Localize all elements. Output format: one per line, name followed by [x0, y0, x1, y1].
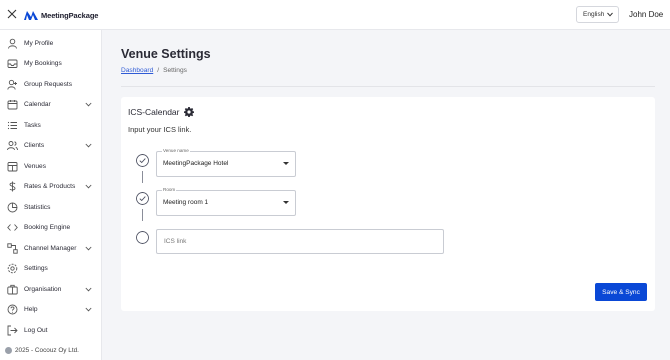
user-plus-icon — [7, 79, 17, 90]
sidebar-item-statistics[interactable]: Statistics — [0, 198, 102, 216]
sidebar-item-label: Booking Engine — [24, 223, 71, 231]
chevron-down-icon — [85, 246, 92, 250]
chevron-down-icon — [607, 12, 613, 17]
brand-name: MeetingPackage — [41, 10, 99, 20]
step-connector — [142, 171, 143, 183]
logout-icon — [7, 325, 18, 335]
copyright-text: 2025 - Cocouz Oy Ltd. — [15, 347, 79, 354]
breadcrumb-current: Settings — [163, 67, 187, 74]
step-connector — [142, 209, 143, 221]
sidebar-item-tasks[interactable]: Tasks — [0, 116, 102, 134]
sidebar-item-clients[interactable]: Clients — [0, 136, 102, 154]
step-pending-icon — [136, 231, 149, 244]
sidebar-item-label: Settings — [24, 264, 48, 272]
top-bar: MeetingPackage English John Doe — [0, 0, 670, 30]
card-title: ICS-Calendar — [128, 107, 194, 117]
sidebar: My Profile My Bookings Group Requests Ca… — [0, 30, 102, 360]
calendar-icon — [7, 99, 18, 109]
room-select[interactable]: Room Meeting room 1 — [156, 187, 296, 216]
sidebar-item-rates-products[interactable]: Rates & Products — [0, 177, 102, 195]
breadcrumb: Dashboard / Settings — [121, 67, 187, 74]
chevron-down-icon — [85, 184, 92, 188]
room-label: Room — [162, 187, 177, 192]
code-icon — [7, 223, 18, 231]
sidebar-item-label: Organisation — [24, 285, 62, 293]
sidebar-item-organisation[interactable]: Organisation — [0, 280, 102, 298]
user-menu[interactable]: John Doe — [629, 10, 663, 19]
brand-logo-icon — [24, 10, 38, 20]
sidebar-item-help[interactable]: Help — [0, 300, 102, 318]
divider — [121, 86, 655, 87]
card-subtitle: Input your ICS link. — [128, 125, 192, 134]
sidebar-item-venues[interactable]: Venues — [0, 157, 102, 175]
chevron-down-icon — [85, 102, 92, 106]
inbox-icon — [7, 59, 18, 68]
breadcrumb-separator: / — [157, 67, 160, 74]
step-complete-icon — [136, 154, 149, 167]
venue-name-select[interactable]: Venue name MeetingPackage Hotel — [156, 148, 296, 177]
room-value: Meeting room 1 — [163, 199, 209, 206]
caret-down-icon — [283, 162, 289, 165]
sidebar-item-group-requests[interactable]: Group Requests — [0, 75, 102, 93]
share-nodes-icon — [7, 242, 18, 254]
caret-down-icon — [283, 201, 289, 204]
sidebar-item-my-bookings[interactable]: My Bookings — [0, 54, 102, 72]
venue-name-label: Venue name — [162, 148, 190, 153]
user-icon — [8, 38, 17, 49]
copyright-footer: 2025 - Cocouz Oy Ltd. — [5, 347, 79, 354]
ics-calendar-card: ICS-Calendar Input your ICS link. Venue … — [121, 97, 655, 311]
sidebar-item-my-profile[interactable]: My Profile — [0, 34, 102, 52]
step-complete-icon — [136, 192, 149, 205]
sidebar-item-label: Rates & Products — [24, 182, 76, 190]
sidebar-item-label: Clients — [24, 141, 45, 149]
ics-link-input[interactable] — [157, 230, 443, 253]
sidebar-item-label: Tasks — [24, 121, 41, 129]
ics-link-field[interactable] — [156, 229, 444, 254]
sidebar-item-booking-engine[interactable]: Booking Engine — [0, 218, 102, 236]
language-value: English — [583, 11, 605, 18]
list-icon — [7, 121, 17, 129]
sidebar-item-settings[interactable]: Settings — [0, 259, 102, 277]
breadcrumb-dashboard-link[interactable]: Dashboard — [121, 67, 153, 74]
pie-chart-icon — [7, 202, 18, 212]
sidebar-item-label: Channel Manager — [24, 244, 77, 252]
globe-icon — [5, 347, 12, 354]
help-icon — [7, 304, 18, 314]
building-icon — [7, 161, 18, 171]
page-title: Venue Settings — [121, 47, 211, 61]
card-title-text: ICS-Calendar — [128, 107, 180, 117]
sidebar-item-label: Help — [24, 305, 38, 313]
sidebar-item-label: Group Requests — [24, 80, 73, 88]
close-icon[interactable] — [7, 9, 17, 19]
gear-icon — [7, 263, 18, 273]
sidebar-item-label: Calendar — [24, 100, 51, 108]
logo[interactable]: MeetingPackage — [24, 9, 98, 21]
language-select[interactable]: English — [576, 6, 619, 23]
chevron-down-icon — [85, 287, 92, 291]
venue-name-value: MeetingPackage Hotel — [163, 160, 229, 167]
chevron-down-icon — [85, 143, 92, 147]
sidebar-item-channel-manager[interactable]: Channel Manager — [0, 239, 102, 257]
sidebar-item-label: My Bookings — [24, 59, 62, 67]
sidebar-item-label: Log Out — [24, 326, 48, 334]
sidebar-item-calendar[interactable]: Calendar — [0, 95, 102, 113]
sidebar-item-label: My Profile — [24, 39, 54, 47]
gear-icon[interactable] — [183, 107, 194, 117]
users-icon — [7, 140, 18, 150]
sidebar-item-log-out[interactable]: Log Out — [0, 321, 102, 339]
chevron-down-icon — [85, 307, 92, 311]
dollar-icon — [9, 181, 16, 191]
sidebar-item-label: Statistics — [24, 203, 51, 211]
sidebar-item-label: Venues — [24, 162, 46, 170]
briefcase-icon — [7, 284, 18, 294]
save-sync-button[interactable]: Save & Sync — [595, 283, 647, 301]
